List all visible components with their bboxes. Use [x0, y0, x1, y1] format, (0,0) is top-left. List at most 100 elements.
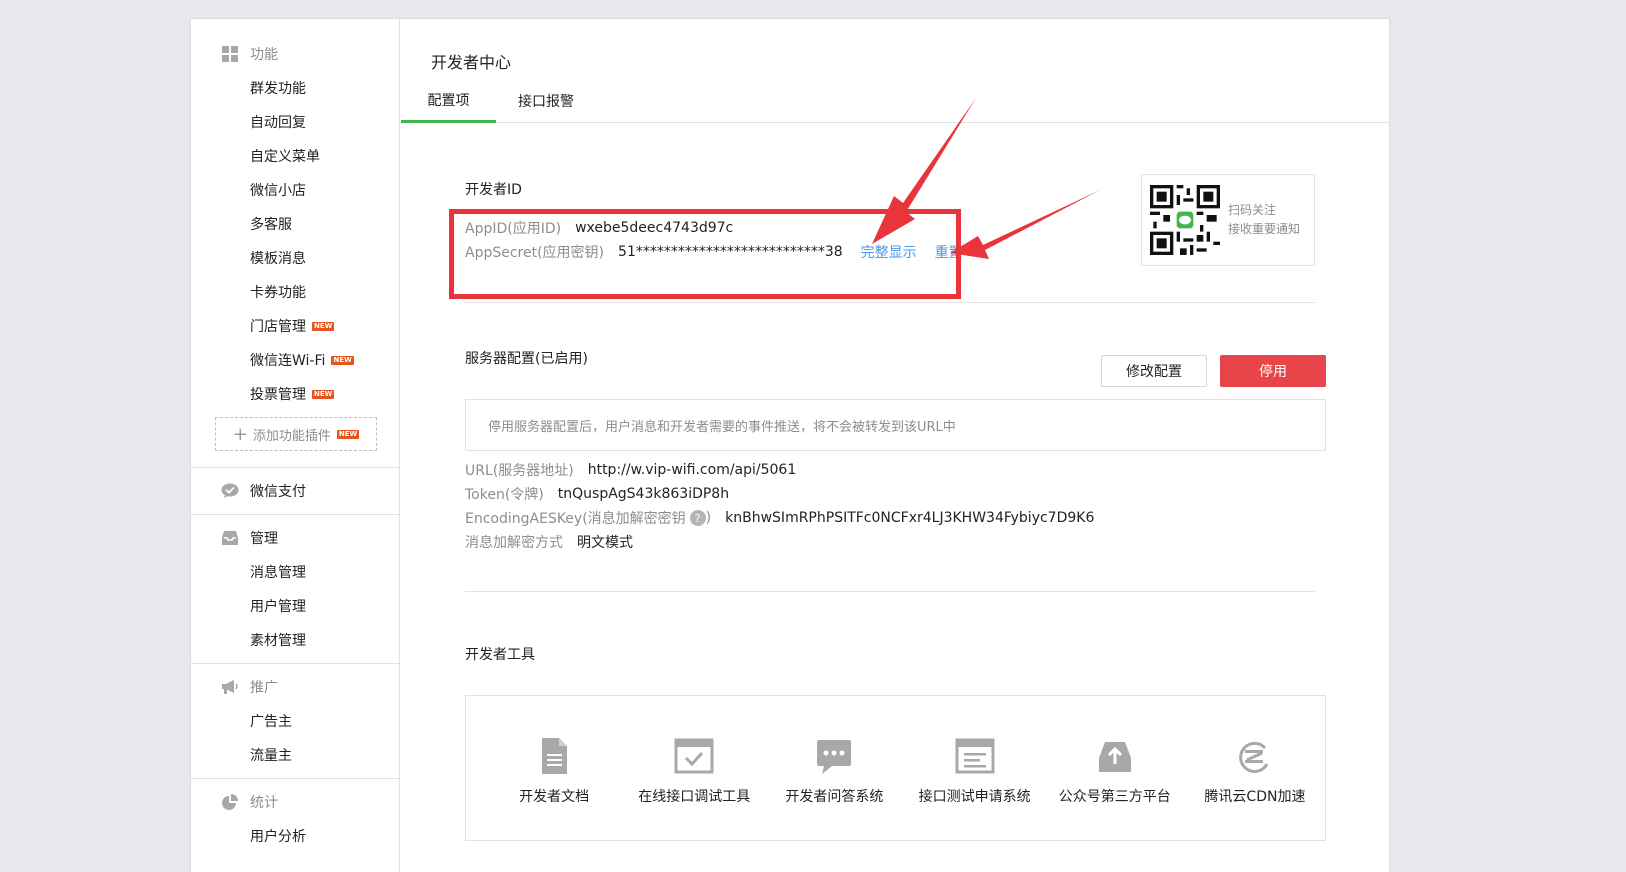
url-row: URL(服务器地址) http://w.vip-wifi.com/api/506…	[465, 460, 796, 480]
divider	[465, 591, 1315, 592]
tool-label: 开发者文档	[519, 789, 590, 805]
sidebar-item-label: 门店管理	[250, 319, 306, 335]
sidebar-item-customer-service[interactable]: 多客服	[191, 207, 399, 241]
sidebar-item-label: 自定义菜单	[250, 149, 320, 165]
encryption-mode-value: 明文模式	[577, 535, 633, 551]
tool-api-test-application[interactable]: 接口测试申请系统	[905, 736, 1045, 840]
qr-card: 扫码关注 接收重要通知	[1141, 174, 1315, 266]
tool-developer-docs[interactable]: 开发者文档	[484, 736, 624, 840]
token-value: tnQuspAgS43k863iDP8h	[557, 486, 730, 502]
notice-text: 停用服务器配置后，用户消息和开发者需要的事件推送，将不会被转发到该URL中	[488, 419, 956, 435]
server-config-label: 服务器配置(已启用)	[465, 351, 588, 367]
qr-caption-line1: 扫码关注	[1228, 203, 1277, 217]
cloud-cdn-icon	[1239, 741, 1269, 773]
test-window-icon	[955, 738, 995, 774]
annotation-highlight-box	[449, 209, 961, 299]
sidebar-item-template-message[interactable]: 模板消息	[191, 241, 399, 275]
tool-tencent-cdn[interactable]: 腾讯云CDN加速	[1185, 736, 1325, 840]
developer-tools-label: 开发者工具	[465, 647, 535, 663]
tool-third-party-platform[interactable]: 公众号第三方平台	[1045, 736, 1185, 840]
sidebar-head-label: 推广	[250, 680, 278, 696]
tab-config[interactable]: 配置项	[401, 79, 496, 123]
tab-api-alarm[interactable]: 接口报警	[496, 79, 604, 123]
add-plugin-label: 添加功能插件	[252, 428, 331, 444]
aes-key-row: EncodingAESKey(消息加解密密钥 ? ) knBhwSImRPhPS…	[465, 508, 1094, 528]
sidebar-item-label: 投票管理	[250, 387, 306, 403]
modify-config-button[interactable]: 修改配置	[1101, 355, 1207, 387]
sidebar-item-label: 群发功能	[250, 81, 306, 97]
sidebar-head-label: 管理	[250, 531, 278, 547]
tool-qa-system[interactable]: 开发者问答系统	[764, 736, 904, 840]
new-badge: NEW	[312, 389, 335, 399]
sidebar-item-wifi[interactable]: 微信连Wi-Fi NEW	[191, 343, 399, 377]
sidebar-item-store-management[interactable]: 门店管理 NEW	[191, 309, 399, 343]
sidebar-item-wechat-pay[interactable]: 微信支付	[191, 474, 399, 508]
token-key: Token(令牌)	[465, 487, 544, 503]
sidebar-item-label: 多客服	[250, 217, 292, 233]
sidebar-group-statistics: 统计 用户分析	[191, 779, 399, 853]
chat-bubble-icon	[817, 740, 852, 774]
sidebar-group-management: 管理 消息管理 用户管理 素材管理	[191, 515, 399, 664]
encryption-mode-row: 消息加解密方式 明文模式	[465, 532, 633, 552]
aes-key-close: )	[705, 510, 712, 526]
sidebar-group-features: 功能 群发功能 自动回复 自定义菜单 微信小店 多客服 模板消息 卡券功能 门店…	[191, 19, 399, 468]
sidebar-item-auto-reply[interactable]: 自动回复	[191, 105, 399, 139]
tool-label: 公众号第三方平台	[1058, 789, 1171, 805]
sidebar-head-management: 管理	[191, 521, 399, 555]
upload-tray-icon	[1098, 742, 1131, 772]
tool-online-debugger[interactable]: 在线接口调试工具	[624, 736, 764, 840]
sidebar-item-user-analysis[interactable]: 用户分析	[191, 819, 399, 853]
sidebar: 功能 群发功能 自动回复 自定义菜单 微信小店 多客服 模板消息 卡券功能 门店…	[191, 19, 400, 872]
sidebar-head-statistics: 统计	[191, 785, 399, 819]
sidebar-head-features: 功能	[191, 37, 399, 71]
page-frame: 功能 群发功能 自动回复 自定义菜单 微信小店 多客服 模板消息 卡券功能 门店…	[190, 18, 1390, 872]
sidebar-item-wechat-store[interactable]: 微信小店	[191, 173, 399, 207]
document-icon	[542, 738, 568, 774]
sidebar-item-label: 广告主	[250, 714, 292, 730]
sidebar-item-label: 自动回复	[250, 115, 306, 131]
sidebar-item-label: 素材管理	[250, 633, 306, 649]
sidebar-item-messages[interactable]: 消息管理	[191, 555, 399, 589]
tool-label: 接口测试申请系统	[918, 789, 1031, 805]
sidebar-item-label: 流量主	[250, 748, 292, 764]
tab-bar: 配置项 接口报警	[401, 79, 1389, 123]
sidebar-group-pay: 微信支付	[191, 468, 399, 515]
encryption-mode-key: 消息加解密方式	[465, 535, 563, 551]
url-key: URL(服务器地址)	[465, 463, 574, 479]
tool-label: 开发者问答系统	[785, 789, 884, 805]
sidebar-item-users[interactable]: 用户管理	[191, 589, 399, 623]
sidebar-head-label: 统计	[250, 795, 278, 811]
plus-icon: +	[232, 423, 248, 445]
help-icon[interactable]: ?	[689, 510, 706, 526]
grid-icon	[221, 45, 239, 63]
aes-key-label: EncodingAESKey(消息加解密密钥	[465, 511, 686, 527]
sidebar-item-label: 模板消息	[250, 251, 306, 267]
pie-chart-icon	[221, 793, 239, 811]
sidebar-item-label: 用户分析	[250, 829, 306, 845]
add-plugin-button[interactable]: + 添加功能插件 NEW	[215, 417, 377, 451]
main-content: 开发者中心 配置项 接口报警 开发者ID AppID(应用ID) wxebe5d…	[401, 19, 1389, 872]
sidebar-item-materials[interactable]: 素材管理	[191, 623, 399, 657]
aes-key-value: knBhwSImRPhPSITFc0NCFxr4LJ3KHW34Fybiyc7D…	[725, 510, 1095, 526]
sidebar-item-mass-send[interactable]: 群发功能	[191, 71, 399, 105]
url-value: http://w.vip-wifi.com/api/5061	[587, 462, 797, 478]
sidebar-head-promotion: 推广	[191, 670, 399, 704]
sidebar-group-promotion: 推广 广告主 流量主	[191, 664, 399, 779]
developer-tools-panel: 开发者文档 在线接口调试工具 开发者问答系统 接口测试申请系统 公众号第三方平台…	[465, 695, 1326, 841]
sidebar-item-coupons[interactable]: 卡券功能	[191, 275, 399, 309]
tool-label: 在线接口调试工具	[638, 789, 751, 805]
sidebar-item-label: 微信连Wi-Fi	[250, 353, 326, 369]
tool-label: 腾讯云CDN加速	[1204, 789, 1306, 805]
sidebar-item-label: 卡券功能	[250, 285, 306, 301]
page-title: 开发者中心	[431, 53, 512, 72]
disable-button[interactable]: 停用	[1220, 355, 1326, 387]
megaphone-icon	[221, 678, 239, 696]
sidebar-item-advertiser[interactable]: 广告主	[191, 704, 399, 738]
wechat-pay-icon	[221, 482, 239, 500]
sidebar-item-voting[interactable]: 投票管理 NEW	[191, 377, 399, 411]
sidebar-item-custom-menu[interactable]: 自定义菜单	[191, 139, 399, 173]
sidebar-item-publisher[interactable]: 流量主	[191, 738, 399, 772]
server-notice: 停用服务器配置后，用户消息和开发者需要的事件推送，将不会被转发到该URL中	[465, 399, 1326, 451]
qr-caption-line2: 接收重要通知	[1228, 222, 1301, 236]
sidebar-item-label: 微信小店	[250, 183, 306, 199]
